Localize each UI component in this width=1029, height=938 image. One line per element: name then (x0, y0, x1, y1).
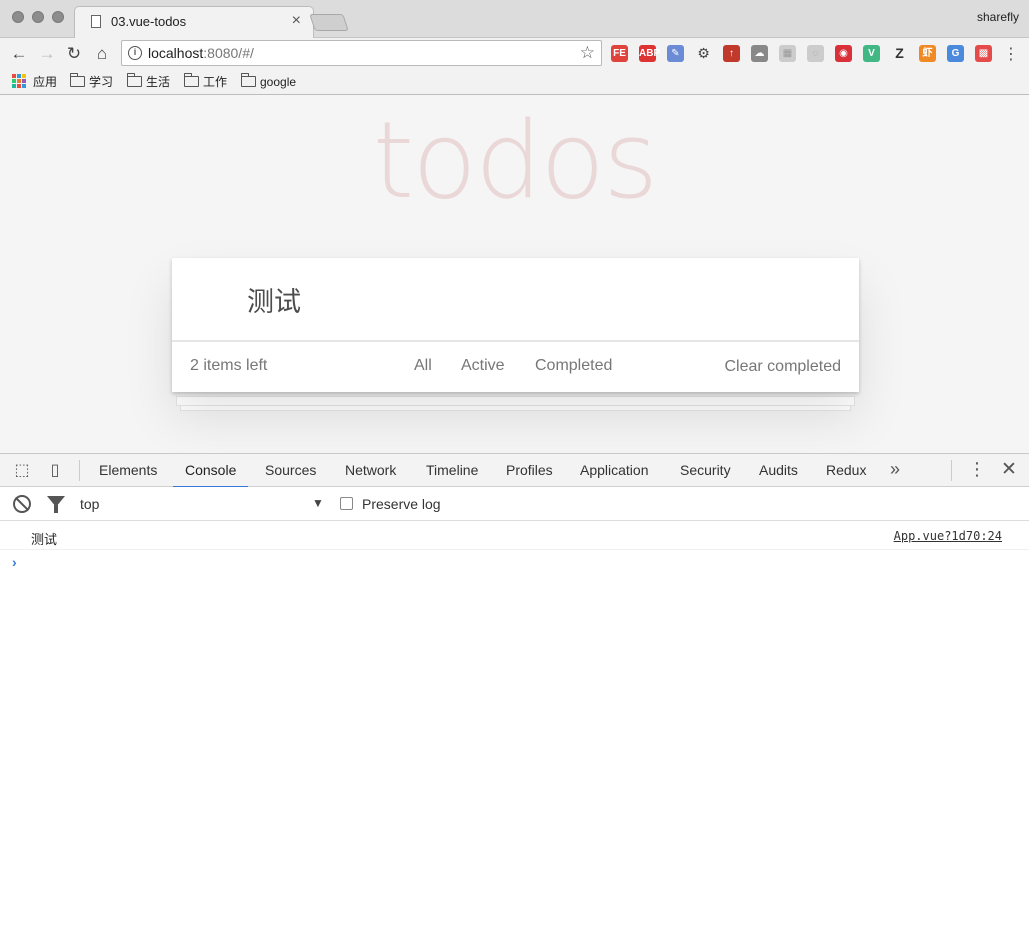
todo-app: 测试 2 items left All Active Completed Cle… (172, 258, 859, 411)
browser-menu-icon[interactable]: ⋮ (1003, 44, 1019, 64)
home-button[interactable]: ⌂ (91, 43, 113, 65)
info-icon[interactable]: i (128, 46, 142, 60)
extension-icon[interactable]: ☁ (751, 45, 768, 62)
new-tab-button[interactable] (309, 14, 349, 31)
bookmark-label: 生活 (146, 75, 171, 89)
context-select[interactable]: top (80, 496, 99, 512)
tab-sources[interactable]: Sources (265, 462, 316, 487)
devtools-separator (79, 460, 80, 481)
console-toolbar: top ▼ Preserve log (0, 487, 1029, 521)
console-prompt-icon[interactable]: › (12, 554, 17, 570)
devtools-close-icon[interactable]: ✕ (1001, 458, 1017, 481)
chevron-down-icon[interactable]: ▼ (312, 496, 324, 510)
tab-security[interactable]: Security (680, 462, 731, 487)
bookmark-folder-work[interactable]: 工作 (183, 73, 228, 91)
tab-close-icon[interactable]: × (292, 12, 301, 30)
extension-icon[interactable]: ▩ (975, 45, 992, 62)
bookmark-label: google (260, 75, 297, 89)
address-bar[interactable]: i localhost:8080/#/ ☆ (121, 40, 602, 66)
filter-all[interactable]: All (414, 357, 432, 375)
log-message: 测试 (31, 532, 58, 547)
preserve-log-label[interactable]: Preserve log (362, 496, 441, 512)
window-zoom-button[interactable] (52, 11, 64, 23)
new-todo-input[interactable]: 测试 (172, 258, 859, 341)
extension-icon[interactable]: ▦ (779, 45, 796, 62)
bookmark-label: 学习 (89, 75, 114, 89)
bookmark-folder-study[interactable]: 学习 (69, 73, 114, 91)
tab-console[interactable]: Console (172, 462, 249, 488)
window-close-button[interactable] (12, 11, 24, 23)
window-minimize-button[interactable] (32, 11, 44, 23)
filter-icon[interactable] (47, 496, 65, 513)
console-log-entry: 测试 App.vue?1d70:24 (0, 521, 1029, 550)
bookmark-star-icon[interactable]: ☆ (580, 43, 595, 63)
device-toolbar-icon[interactable]: ▯ (45, 461, 65, 481)
extension-icon[interactable]: ABP (639, 45, 660, 62)
profile-name[interactable]: sharefly (977, 10, 1019, 24)
extension-icon[interactable]: ⚙ (695, 45, 712, 62)
extension-icon[interactable]: ◌ (807, 45, 824, 62)
browser-titlebar: 03.vue-todos × sharefly (0, 0, 1029, 39)
extension-icon[interactable]: 虾 (919, 45, 936, 62)
extension-icon[interactable]: ↑ (723, 45, 740, 62)
todo-card: 测试 2 items left All Active Completed Cle… (172, 258, 859, 392)
bookmark-folder-google[interactable]: google (240, 73, 297, 91)
tab-audits[interactable]: Audits (759, 462, 798, 487)
apps-grid-icon[interactable] (12, 74, 26, 88)
devtools-tabbar: ⬚ ▯ Elements Console Sources Network Tim… (0, 454, 1029, 488)
extension-icon[interactable]: Z (891, 45, 908, 62)
app-title: todos (372, 99, 659, 222)
bookmark-apps[interactable]: 应用 (33, 74, 57, 91)
clear-completed-button[interactable]: Clear completed (725, 358, 842, 376)
extension-icon[interactable]: V (863, 45, 880, 62)
extension-icon[interactable]: ✎ (667, 45, 684, 62)
folder-icon (69, 73, 85, 87)
devtools-menu-icon[interactable]: ⋮ (968, 459, 986, 480)
filter-active[interactable]: Active (461, 357, 505, 375)
tab-application[interactable]: Application (580, 462, 649, 487)
inspect-element-icon[interactable]: ⬚ (12, 461, 32, 481)
browser-tab[interactable]: 03.vue-todos × (74, 6, 314, 39)
tab-network[interactable]: Network (345, 462, 396, 487)
document-icon (91, 15, 101, 28)
devtools-panel: ⬚ ▯ Elements Console Sources Network Tim… (0, 453, 1029, 938)
card-stack-middle (176, 396, 855, 406)
clear-console-icon[interactable] (13, 495, 31, 513)
bookmark-label: 工作 (203, 75, 228, 89)
filter-completed[interactable]: Completed (535, 357, 612, 375)
url-path: :8080/#/ (203, 45, 254, 61)
more-tabs-icon[interactable]: » (890, 459, 900, 480)
forward-button[interactable]: → (36, 43, 58, 65)
preserve-log-checkbox[interactable] (340, 497, 353, 510)
tab-redux[interactable]: Redux (826, 462, 866, 487)
tab-elements[interactable]: Elements (99, 462, 157, 487)
folder-icon (183, 73, 199, 87)
extension-icon[interactable]: FE (611, 45, 628, 62)
items-left-count: 2 items left (190, 357, 268, 374)
folder-icon (126, 73, 142, 87)
tab-profiles[interactable]: Profiles (506, 462, 553, 487)
devtools-separator (951, 460, 952, 481)
page-viewport: todos 测试 2 items left All Active Complet… (0, 95, 1029, 453)
reload-button[interactable]: ↻ (63, 43, 85, 65)
extension-icon[interactable]: ◉ (835, 45, 852, 62)
browser-toolbar: ← → ↻ ⌂ i localhost:8080/#/ ☆ FE ABP ✎ ⚙ ↑ ☁ ▦… (0, 38, 1029, 70)
tab-timeline[interactable]: Timeline (426, 462, 478, 487)
bookmarks-bar: 应用 学习 生活 工作 google (0, 70, 1029, 95)
extension-icon[interactable]: G (947, 45, 964, 62)
tab-title: 03.vue-todos (111, 14, 187, 29)
log-source-link[interactable]: App.vue?1d70:24 (894, 529, 1002, 543)
todo-footer: 2 items left All Active Completed Clear … (172, 341, 859, 392)
back-button[interactable]: ← (8, 43, 30, 65)
folder-icon (240, 73, 256, 87)
url-text[interactable]: localhost:8080/#/ (148, 45, 254, 61)
url-host: localhost (148, 45, 204, 61)
bookmark-folder-life[interactable]: 生活 (126, 73, 171, 91)
